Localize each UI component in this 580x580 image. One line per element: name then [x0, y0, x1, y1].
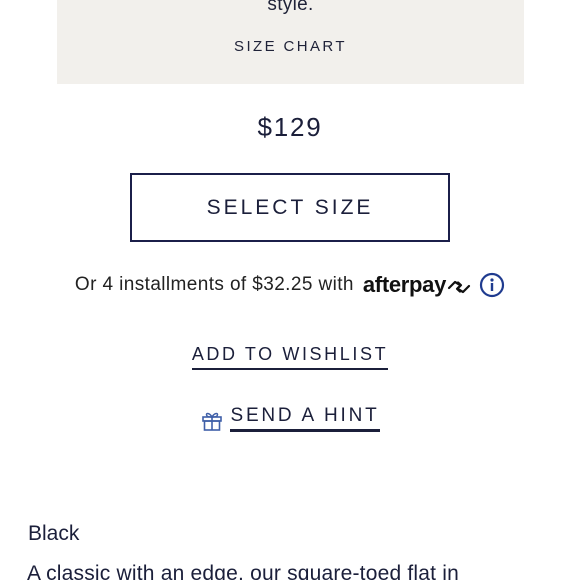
size-guide-panel: style. SIZE CHART — [57, 0, 524, 84]
afterpay-arrows-icon — [447, 280, 471, 293]
select-size-button[interactable]: SELECT SIZE — [130, 173, 450, 242]
afterpay-installments: Or 4 installments of $32.25 with afterpa… — [0, 272, 580, 298]
size-chart-link[interactable]: SIZE CHART — [57, 38, 524, 55]
gift-icon — [202, 412, 223, 431]
afterpay-logo: afterpay — [363, 272, 471, 298]
fit-description: style. — [267, 0, 314, 15]
product-color-name: Black — [28, 522, 80, 545]
info-icon[interactable] — [479, 272, 505, 298]
wishlist-label[interactable]: ADD TO WISHLIST — [191, 344, 389, 370]
product-detail-page: style. SIZE CHART $129 SELECT SIZE Or 4 … — [0, 0, 580, 580]
product-description: A classic with an edge, our square-toed … — [27, 562, 459, 580]
product-price: $129 — [257, 112, 323, 142]
afterpay-wordmark: afterpay — [362, 272, 447, 297]
hint-label[interactable]: SEND A HINT — [230, 405, 380, 432]
installments-text: Or 4 installments of $32.25 with — [74, 274, 354, 295]
add-to-wishlist-link[interactable]: ADD TO WISHLIST — [0, 344, 580, 370]
send-a-hint-link[interactable]: SEND A HINT — [0, 405, 580, 432]
